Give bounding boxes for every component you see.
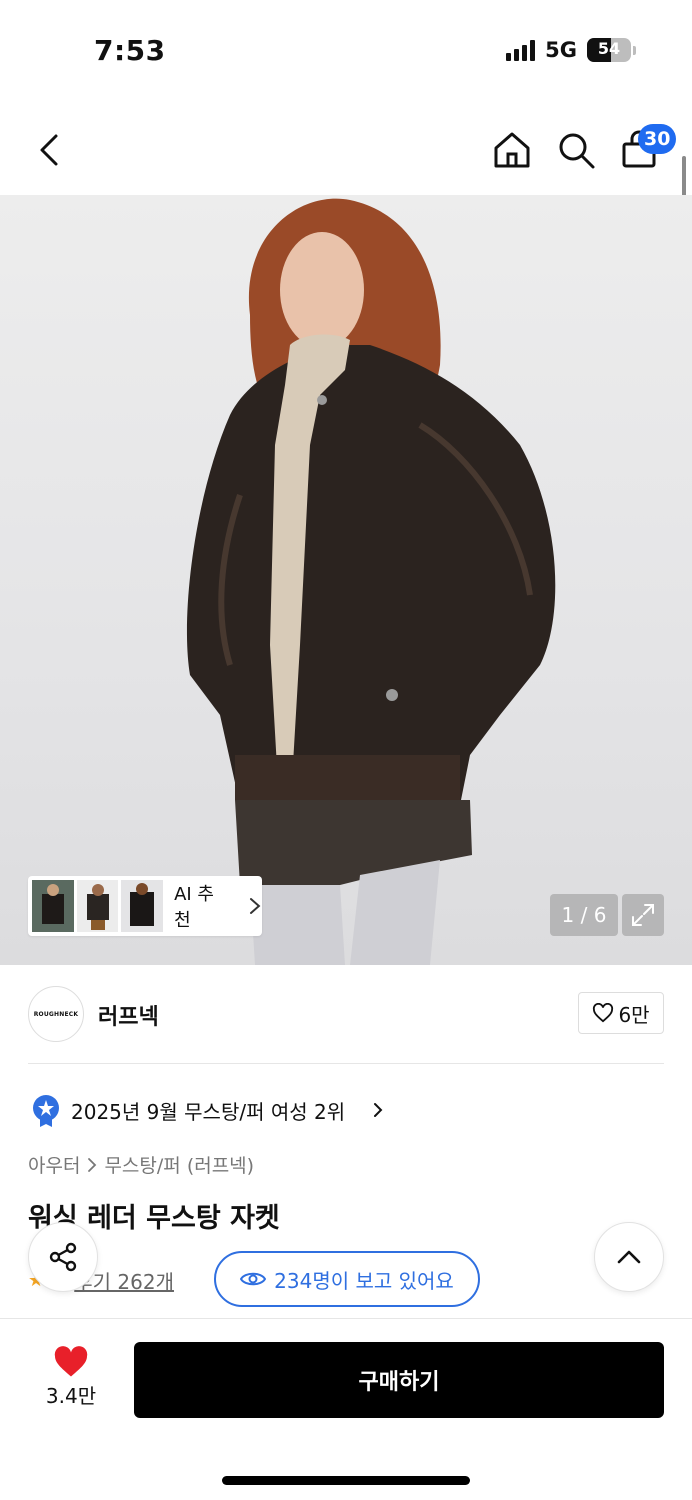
product-image[interactable] bbox=[0, 195, 692, 965]
chevron-right-icon bbox=[250, 898, 261, 914]
ai-thumbnail-3 bbox=[121, 880, 164, 932]
brand-like-count: 6만 bbox=[618, 1002, 650, 1027]
brand-like-button[interactable]: 6만 bbox=[578, 992, 664, 1034]
breadcrumb-category[interactable]: 아우터 bbox=[28, 1151, 80, 1178]
eye-icon bbox=[240, 1272, 267, 1286]
battery-level: 54 bbox=[597, 39, 621, 58]
product-photo bbox=[186, 198, 556, 965]
image-counter: 1 / 6 bbox=[550, 894, 618, 936]
home-indicator bbox=[222, 1476, 470, 1485]
ranking-badge-icon bbox=[33, 1095, 59, 1127]
ai-recommendation-label: AI 추천 bbox=[174, 884, 214, 931]
network-type: 5G bbox=[545, 38, 577, 62]
home-button[interactable] bbox=[490, 128, 534, 172]
share-button[interactable] bbox=[28, 1222, 98, 1292]
breadcrumb: 아우터 무스탕/퍼 (러프넥) bbox=[28, 1151, 254, 1178]
search-button[interactable] bbox=[554, 128, 598, 172]
chevron-right-icon bbox=[374, 1103, 383, 1117]
brand-logo[interactable]: ROUGHNECK bbox=[28, 986, 84, 1042]
share-icon bbox=[49, 1242, 77, 1272]
chevron-left-icon bbox=[40, 134, 58, 166]
brand-name[interactable]: 러프넥 bbox=[98, 999, 159, 1031]
buy-button[interactable]: 구매하기 bbox=[134, 1342, 664, 1418]
viewers-text: 234명이 보고 있어요 bbox=[274, 1268, 454, 1293]
chevron-right-icon bbox=[88, 1157, 97, 1172]
status-time: 7:53 bbox=[94, 34, 166, 67]
cart-count-badge: 30 bbox=[638, 124, 677, 154]
product-like-button[interactable]: 3.4만 bbox=[36, 1346, 106, 1414]
ai-thumbnail-2 bbox=[76, 880, 119, 932]
signal-icon bbox=[506, 39, 536, 61]
battery-icon: 54 bbox=[587, 38, 631, 62]
heart-filled-icon bbox=[54, 1346, 88, 1377]
ai-recommendation-card[interactable]: AI 추천 bbox=[28, 876, 262, 936]
divider bbox=[28, 1063, 664, 1064]
back-button[interactable] bbox=[30, 128, 70, 172]
expand-image-button[interactable] bbox=[622, 894, 664, 936]
viewers-pill: 234명이 보고 있어요 bbox=[214, 1251, 480, 1307]
ranking-text[interactable]: 2025년 9월 무스탕/퍼 여성 2위 bbox=[71, 1096, 345, 1125]
chevron-up-icon bbox=[617, 1250, 641, 1264]
expand-icon bbox=[632, 904, 654, 926]
status-indicators: 5G 54 bbox=[506, 38, 636, 62]
search-icon bbox=[559, 133, 595, 169]
scroll-to-top-button[interactable] bbox=[594, 1222, 664, 1292]
ai-thumbnail-1 bbox=[32, 880, 74, 932]
home-icon bbox=[494, 132, 530, 168]
product-like-count: 3.4만 bbox=[45, 1384, 97, 1408]
heart-outline-icon bbox=[593, 1003, 614, 1023]
breadcrumb-subcategory[interactable]: 무스탕/퍼 (러프넥) bbox=[104, 1151, 254, 1178]
